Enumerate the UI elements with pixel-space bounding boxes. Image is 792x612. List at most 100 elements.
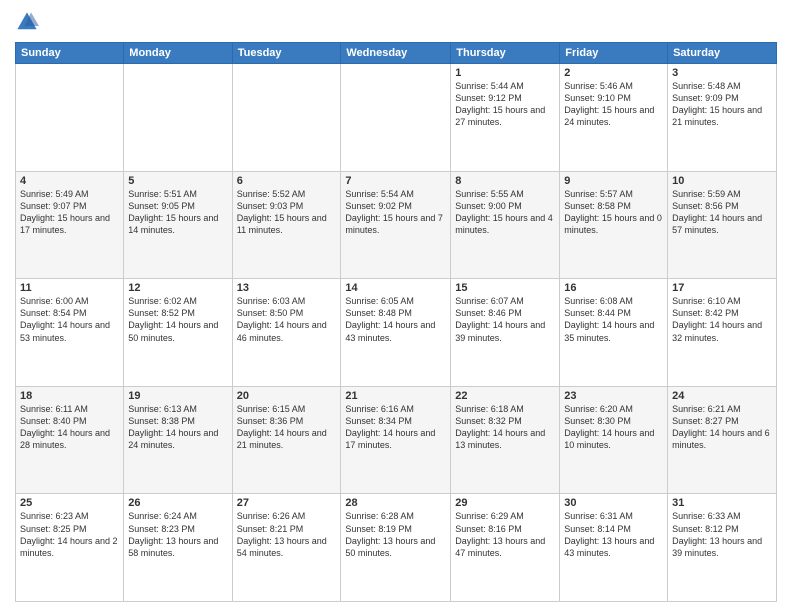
day-info: Sunrise: 6:07 AM Sunset: 8:46 PM Dayligh… xyxy=(455,295,555,344)
week-row-4: 18Sunrise: 6:11 AM Sunset: 8:40 PM Dayli… xyxy=(16,386,777,494)
calendar-cell: 24Sunrise: 6:21 AM Sunset: 8:27 PM Dayli… xyxy=(668,386,777,494)
day-info: Sunrise: 6:18 AM Sunset: 8:32 PM Dayligh… xyxy=(455,403,555,452)
calendar-cell: 29Sunrise: 6:29 AM Sunset: 8:16 PM Dayli… xyxy=(451,494,560,602)
weekday-header-wednesday: Wednesday xyxy=(341,43,451,64)
day-number: 23 xyxy=(564,390,663,402)
day-info: Sunrise: 6:13 AM Sunset: 8:38 PM Dayligh… xyxy=(128,403,227,452)
day-info: Sunrise: 5:54 AM Sunset: 9:02 PM Dayligh… xyxy=(345,188,446,237)
day-info: Sunrise: 6:23 AM Sunset: 8:25 PM Dayligh… xyxy=(20,510,119,559)
day-info: Sunrise: 6:05 AM Sunset: 8:48 PM Dayligh… xyxy=(345,295,446,344)
page: SundayMondayTuesdayWednesdayThursdayFrid… xyxy=(0,0,792,612)
day-info: Sunrise: 6:11 AM Sunset: 8:40 PM Dayligh… xyxy=(20,403,119,452)
calendar-cell: 28Sunrise: 6:28 AM Sunset: 8:19 PM Dayli… xyxy=(341,494,451,602)
day-number: 19 xyxy=(128,390,227,402)
day-number: 20 xyxy=(237,390,337,402)
day-info: Sunrise: 5:46 AM Sunset: 9:10 PM Dayligh… xyxy=(564,80,663,129)
calendar-cell: 3Sunrise: 5:48 AM Sunset: 9:09 PM Daylig… xyxy=(668,64,777,172)
day-info: Sunrise: 6:15 AM Sunset: 8:36 PM Dayligh… xyxy=(237,403,337,452)
day-number: 28 xyxy=(345,497,446,509)
logo xyxy=(15,10,43,34)
day-number: 15 xyxy=(455,282,555,294)
weekday-header-thursday: Thursday xyxy=(451,43,560,64)
calendar-cell: 19Sunrise: 6:13 AM Sunset: 8:38 PM Dayli… xyxy=(124,386,232,494)
calendar-cell xyxy=(124,64,232,172)
calendar-cell: 14Sunrise: 6:05 AM Sunset: 8:48 PM Dayli… xyxy=(341,279,451,387)
calendar-cell: 21Sunrise: 6:16 AM Sunset: 8:34 PM Dayli… xyxy=(341,386,451,494)
day-number: 11 xyxy=(20,282,119,294)
day-info: Sunrise: 6:00 AM Sunset: 8:54 PM Dayligh… xyxy=(20,295,119,344)
logo-icon xyxy=(15,10,39,34)
day-info: Sunrise: 6:16 AM Sunset: 8:34 PM Dayligh… xyxy=(345,403,446,452)
day-info: Sunrise: 6:21 AM Sunset: 8:27 PM Dayligh… xyxy=(672,403,772,452)
day-info: Sunrise: 6:03 AM Sunset: 8:50 PM Dayligh… xyxy=(237,295,337,344)
week-row-5: 25Sunrise: 6:23 AM Sunset: 8:25 PM Dayli… xyxy=(16,494,777,602)
weekday-header-tuesday: Tuesday xyxy=(232,43,341,64)
day-info: Sunrise: 6:26 AM Sunset: 8:21 PM Dayligh… xyxy=(237,510,337,559)
day-number: 26 xyxy=(128,497,227,509)
calendar-cell: 1Sunrise: 5:44 AM Sunset: 9:12 PM Daylig… xyxy=(451,64,560,172)
weekday-header-sunday: Sunday xyxy=(16,43,124,64)
calendar-cell: 27Sunrise: 6:26 AM Sunset: 8:21 PM Dayli… xyxy=(232,494,341,602)
weekday-header-row: SundayMondayTuesdayWednesdayThursdayFrid… xyxy=(16,43,777,64)
calendar-cell: 7Sunrise: 5:54 AM Sunset: 9:02 PM Daylig… xyxy=(341,171,451,279)
calendar-cell: 2Sunrise: 5:46 AM Sunset: 9:10 PM Daylig… xyxy=(560,64,668,172)
calendar-cell: 22Sunrise: 6:18 AM Sunset: 8:32 PM Dayli… xyxy=(451,386,560,494)
calendar-cell: 17Sunrise: 6:10 AM Sunset: 8:42 PM Dayli… xyxy=(668,279,777,387)
calendar-cell: 8Sunrise: 5:55 AM Sunset: 9:00 PM Daylig… xyxy=(451,171,560,279)
day-info: Sunrise: 5:55 AM Sunset: 9:00 PM Dayligh… xyxy=(455,188,555,237)
day-info: Sunrise: 5:52 AM Sunset: 9:03 PM Dayligh… xyxy=(237,188,337,237)
day-number: 8 xyxy=(455,175,555,187)
calendar-table: SundayMondayTuesdayWednesdayThursdayFrid… xyxy=(15,42,777,602)
calendar-cell: 10Sunrise: 5:59 AM Sunset: 8:56 PM Dayli… xyxy=(668,171,777,279)
day-number: 31 xyxy=(672,497,772,509)
calendar-cell: 31Sunrise: 6:33 AM Sunset: 8:12 PM Dayli… xyxy=(668,494,777,602)
day-number: 12 xyxy=(128,282,227,294)
day-number: 7 xyxy=(345,175,446,187)
day-info: Sunrise: 5:48 AM Sunset: 9:09 PM Dayligh… xyxy=(672,80,772,129)
calendar-cell: 12Sunrise: 6:02 AM Sunset: 8:52 PM Dayli… xyxy=(124,279,232,387)
day-info: Sunrise: 6:31 AM Sunset: 8:14 PM Dayligh… xyxy=(564,510,663,559)
day-info: Sunrise: 6:02 AM Sunset: 8:52 PM Dayligh… xyxy=(128,295,227,344)
day-number: 30 xyxy=(564,497,663,509)
day-info: Sunrise: 5:49 AM Sunset: 9:07 PM Dayligh… xyxy=(20,188,119,237)
day-number: 25 xyxy=(20,497,119,509)
calendar-cell: 18Sunrise: 6:11 AM Sunset: 8:40 PM Dayli… xyxy=(16,386,124,494)
calendar-cell: 15Sunrise: 6:07 AM Sunset: 8:46 PM Dayli… xyxy=(451,279,560,387)
calendar-cell xyxy=(341,64,451,172)
calendar-cell: 9Sunrise: 5:57 AM Sunset: 8:58 PM Daylig… xyxy=(560,171,668,279)
day-number: 16 xyxy=(564,282,663,294)
calendar-cell: 5Sunrise: 5:51 AM Sunset: 9:05 PM Daylig… xyxy=(124,171,232,279)
day-number: 3 xyxy=(672,67,772,79)
day-info: Sunrise: 6:29 AM Sunset: 8:16 PM Dayligh… xyxy=(455,510,555,559)
day-number: 6 xyxy=(237,175,337,187)
day-number: 29 xyxy=(455,497,555,509)
day-number: 4 xyxy=(20,175,119,187)
day-info: Sunrise: 6:08 AM Sunset: 8:44 PM Dayligh… xyxy=(564,295,663,344)
week-row-2: 4Sunrise: 5:49 AM Sunset: 9:07 PM Daylig… xyxy=(16,171,777,279)
day-number: 13 xyxy=(237,282,337,294)
calendar-cell: 4Sunrise: 5:49 AM Sunset: 9:07 PM Daylig… xyxy=(16,171,124,279)
day-info: Sunrise: 5:59 AM Sunset: 8:56 PM Dayligh… xyxy=(672,188,772,237)
calendar-cell: 20Sunrise: 6:15 AM Sunset: 8:36 PM Dayli… xyxy=(232,386,341,494)
calendar-cell: 30Sunrise: 6:31 AM Sunset: 8:14 PM Dayli… xyxy=(560,494,668,602)
day-info: Sunrise: 5:57 AM Sunset: 8:58 PM Dayligh… xyxy=(564,188,663,237)
day-number: 24 xyxy=(672,390,772,402)
day-number: 27 xyxy=(237,497,337,509)
calendar-cell xyxy=(232,64,341,172)
day-number: 21 xyxy=(345,390,446,402)
week-row-1: 1Sunrise: 5:44 AM Sunset: 9:12 PM Daylig… xyxy=(16,64,777,172)
calendar-cell xyxy=(16,64,124,172)
calendar-cell: 16Sunrise: 6:08 AM Sunset: 8:44 PM Dayli… xyxy=(560,279,668,387)
header xyxy=(15,10,777,34)
day-info: Sunrise: 5:51 AM Sunset: 9:05 PM Dayligh… xyxy=(128,188,227,237)
calendar-cell: 13Sunrise: 6:03 AM Sunset: 8:50 PM Dayli… xyxy=(232,279,341,387)
day-number: 14 xyxy=(345,282,446,294)
day-info: Sunrise: 6:20 AM Sunset: 8:30 PM Dayligh… xyxy=(564,403,663,452)
calendar-cell: 25Sunrise: 6:23 AM Sunset: 8:25 PM Dayli… xyxy=(16,494,124,602)
calendar-cell: 23Sunrise: 6:20 AM Sunset: 8:30 PM Dayli… xyxy=(560,386,668,494)
day-number: 9 xyxy=(564,175,663,187)
day-number: 2 xyxy=(564,67,663,79)
day-info: Sunrise: 6:28 AM Sunset: 8:19 PM Dayligh… xyxy=(345,510,446,559)
weekday-header-friday: Friday xyxy=(560,43,668,64)
day-number: 1 xyxy=(455,67,555,79)
